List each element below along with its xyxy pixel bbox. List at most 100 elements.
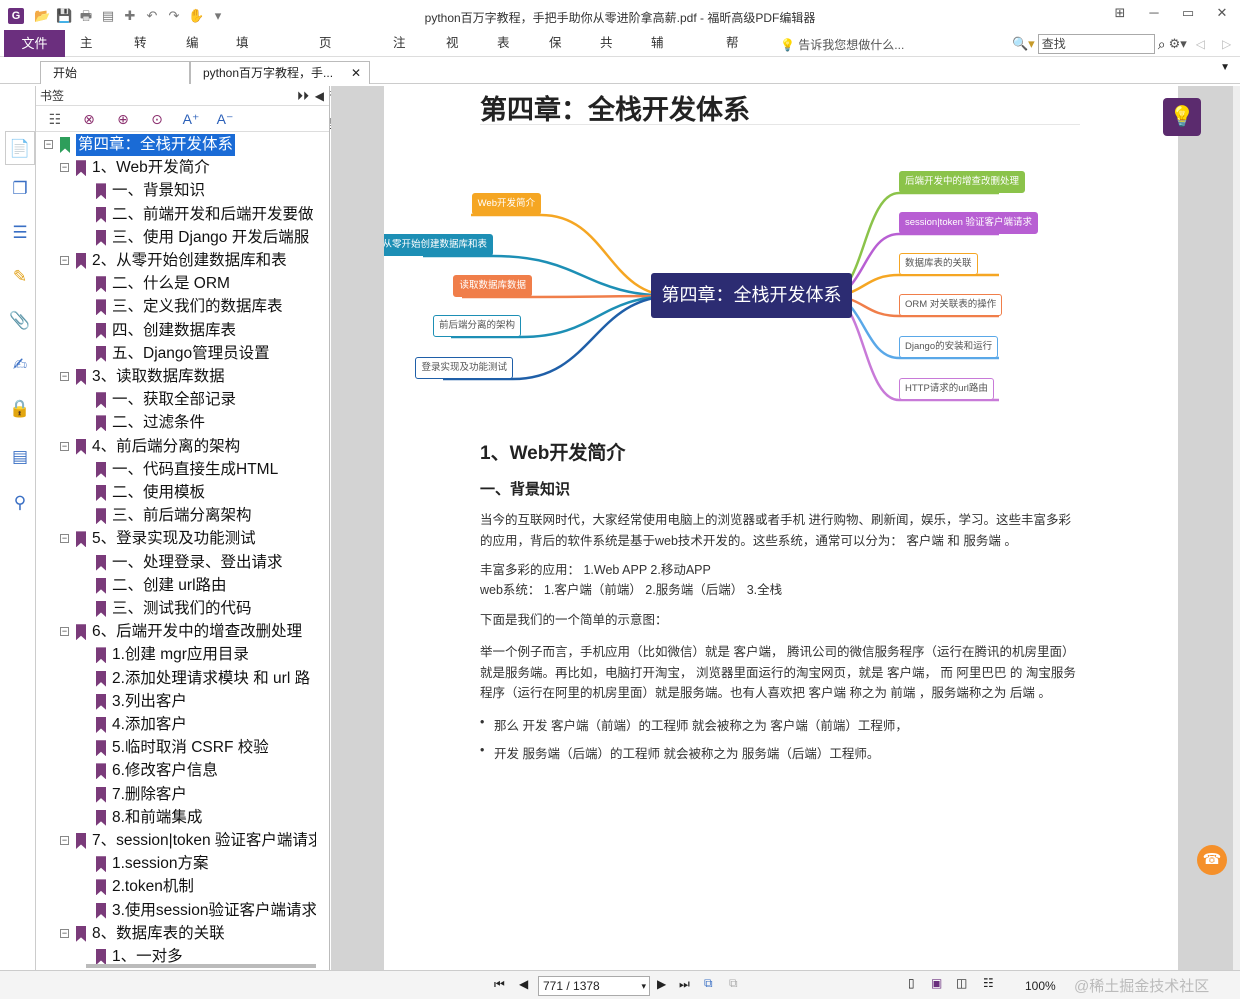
bookmark-item[interactable]: − 4、前后端分离的架构: [36, 436, 316, 458]
search-options-icon[interactable]: 🔍▾: [1012, 36, 1035, 52]
bookmark-item[interactable]: 一、处理登录、登出请求: [36, 552, 316, 574]
bookmark-options-icon[interactable]: ☷: [44, 110, 66, 128]
tab-document[interactable]: python百万字教程，手... ✕: [190, 61, 370, 84]
menu-item[interactable]: 填写&签名: [236, 30, 249, 158]
continuous-facing-icon[interactable]: ☷: [983, 976, 994, 990]
menu-item[interactable]: 编辑: [186, 30, 199, 77]
bookmark-item[interactable]: 7.删除客户: [36, 784, 316, 806]
bookmark-item[interactable]: 1、一对多: [36, 946, 316, 964]
bookmark-item[interactable]: − 1、Web开发简介: [36, 157, 316, 179]
tell-me-box[interactable]: 💡 告诉我您想做什么...: [780, 36, 904, 53]
delete-bookmark-icon[interactable]: ⊗: [78, 110, 100, 128]
continuous-page-icon[interactable]: ▣: [931, 976, 942, 990]
bookmark-item[interactable]: 二、什么是 ORM: [36, 273, 316, 295]
bookmark-item[interactable]: − 6、后端开发中的增查改删处理: [36, 621, 316, 643]
bookmark-expander-icon[interactable]: −: [60, 534, 69, 544]
search-icon[interactable]: ⌕: [1158, 36, 1166, 53]
bookmark-expander-icon[interactable]: −: [60, 627, 69, 637]
single-page-icon[interactable]: ▯: [908, 976, 915, 990]
bookmark-item[interactable]: 二、前端开发和后端开发要做: [36, 204, 316, 226]
restore-layout-icon[interactable]: ⊞: [1112, 5, 1128, 21]
bookmark-item[interactable]: 一、获取全部记录: [36, 389, 316, 411]
settings-icon[interactable]: ⚙▾: [1169, 36, 1187, 52]
signature-icon[interactable]: ✍: [9, 354, 31, 376]
close-button[interactable]: ✕: [1214, 5, 1230, 21]
bookmark-expander-icon[interactable]: −: [60, 836, 69, 845]
nav-forward-icon[interactable]: ▷: [1222, 37, 1231, 51]
content-panel-icon[interactable]: ▤: [9, 446, 31, 468]
page-dropdown-icon[interactable]: ▾: [641, 977, 646, 995]
comments-icon[interactable]: ✎: [9, 266, 31, 288]
bookmark-item[interactable]: − 8、数据库表的关联: [36, 923, 316, 945]
bookmark-item[interactable]: 8.和前端集成: [36, 807, 316, 829]
panel-expand-icon[interactable]: ⏵⏵: [297, 86, 309, 106]
bookmark-item[interactable]: 3.使用session验证客户端请求: [36, 900, 316, 922]
bookmark-item[interactable]: 五、Django管理员设置: [36, 343, 316, 365]
nav-back-icon[interactable]: ◁: [1196, 37, 1205, 51]
search-input[interactable]: 查找: [1037, 34, 1155, 54]
bookmark-item[interactable]: − 3、读取数据库数据: [36, 366, 316, 388]
bookmark-item[interactable]: 4.添加客户: [36, 714, 316, 736]
maximize-button[interactable]: ▭: [1180, 5, 1196, 21]
layers-icon[interactable]: ☰: [9, 222, 31, 244]
last-page-icon[interactable]: ⏭: [679, 977, 690, 992]
bookmark-item[interactable]: 三、定义我们的数据库表: [36, 296, 316, 318]
facing-page-icon[interactable]: ◫: [956, 976, 967, 990]
attachments-icon[interactable]: 📎: [9, 310, 31, 332]
file-menu[interactable]: 文件: [4, 30, 65, 57]
page-number-input[interactable]: 771 / 1378 ▾: [538, 976, 650, 996]
bookmark-expander-icon[interactable]: −: [60, 928, 69, 938]
tab-start[interactable]: 开始: [40, 61, 190, 84]
bookmark-item[interactable]: − 第四章：全栈开发体系: [36, 134, 316, 156]
panel-collapse-icon[interactable]: ◀: [315, 86, 324, 106]
bookmark-item[interactable]: 四、创建数据库表: [36, 320, 316, 342]
bookmark-item[interactable]: 2.添加处理请求模块 和 url 路: [36, 668, 316, 690]
close-tab-icon[interactable]: ✕: [351, 62, 361, 84]
bookmark-item[interactable]: 2.token机制: [36, 876, 316, 898]
bookmark-item[interactable]: 三、前后端分离架构: [36, 505, 316, 527]
menu-item[interactable]: 保护: [549, 30, 562, 77]
bookmark-item[interactable]: 一、背景知识: [36, 180, 316, 202]
bookmark-item[interactable]: 二、创建 url路由: [36, 575, 316, 597]
bookmark-expander-icon[interactable]: −: [60, 441, 69, 451]
support-headset-icon[interactable]: ☎: [1197, 845, 1227, 875]
menu-item[interactable]: 主页: [80, 30, 93, 77]
bookmark-item[interactable]: 三、测试我们的代码: [36, 598, 316, 620]
next-view-icon[interactable]: ⧉: [729, 976, 738, 991]
viewer-scrollbar[interactable]: [1233, 86, 1240, 970]
menu-item[interactable]: 页面管理: [319, 30, 332, 131]
bookmark-expander-icon[interactable]: −: [44, 140, 53, 149]
zoom-level[interactable]: 100%: [1025, 979, 1056, 993]
bookmark-item[interactable]: 3.列出客户: [36, 691, 316, 713]
bookmarks-panel-icon[interactable]: 📄: [5, 131, 35, 165]
security-lock-icon[interactable]: 🔒: [9, 398, 31, 420]
bookmark-item[interactable]: 6.修改客户信息: [36, 760, 316, 782]
bookmark-item[interactable]: 二、过滤条件: [36, 412, 316, 434]
bookmark-item[interactable]: 三、使用 Django 开发后端服: [36, 227, 316, 249]
bookmark-item[interactable]: 5.临时取消 CSRF 校验: [36, 737, 316, 759]
page-thumbnails-icon[interactable]: ❐: [9, 178, 31, 200]
bookmark-expander-icon[interactable]: −: [60, 163, 69, 173]
bookmark-item[interactable]: 1.session方案: [36, 853, 316, 875]
find-bookmark-icon[interactable]: ⊙: [146, 110, 168, 128]
bookmark-item[interactable]: − 7、session|token 验证客户端请求: [36, 830, 316, 852]
decrease-font-icon[interactable]: A⁻: [214, 110, 236, 128]
increase-font-icon[interactable]: A⁺: [180, 110, 202, 128]
bookmark-item[interactable]: − 5、登录实现及功能测试: [36, 528, 316, 550]
bookmark-item[interactable]: 二、使用模板: [36, 482, 316, 504]
previous-view-icon[interactable]: ⧉: [704, 976, 713, 991]
bookmark-expander-icon[interactable]: −: [60, 372, 69, 381]
menu-item[interactable]: 辅助工具: [651, 30, 664, 131]
menu-item[interactable]: 共享: [600, 30, 613, 77]
menu-item[interactable]: 表单: [497, 30, 510, 77]
tag-search-icon[interactable]: ⚲: [9, 492, 31, 514]
bookmark-item[interactable]: 1.创建 mgr应用目录: [36, 644, 316, 666]
menu-item[interactable]: 转换: [134, 30, 147, 77]
bookmark-item[interactable]: − 2、从零开始创建数据库和表: [36, 250, 316, 272]
bookmark-item[interactable]: 一、代码直接生成HTML: [36, 459, 316, 481]
menu-item[interactable]: 帮助: [726, 30, 739, 77]
menu-item[interactable]: 注释: [393, 30, 406, 77]
first-page-icon[interactable]: ⏮: [494, 977, 505, 992]
tab-list-dropdown-icon[interactable]: ▼: [1220, 62, 1230, 73]
bookmark-hscrollbar[interactable]: [86, 964, 316, 968]
